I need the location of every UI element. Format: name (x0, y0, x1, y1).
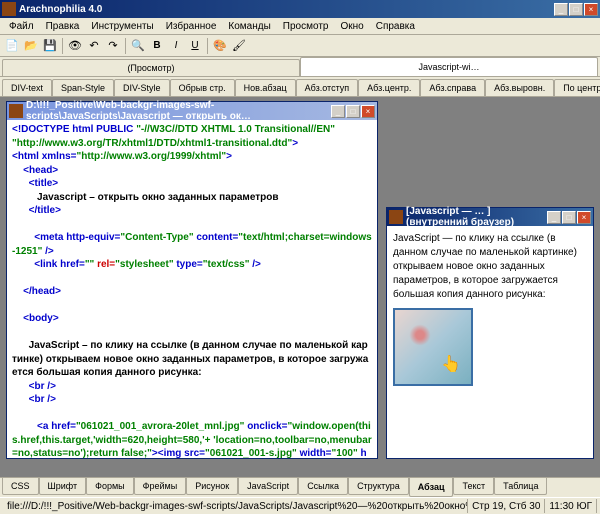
tab-centertext[interactable]: По центру (554, 79, 600, 96)
top-tab-row: (Просмотр) Javascript-wi… (0, 57, 600, 77)
color2-icon[interactable]: 🖌 (230, 37, 248, 55)
second-tab-row: DIV-text Span-Style DIV-Style Обрыв стр.… (0, 77, 600, 97)
browser-window: [Javascript — … ] (внутренний браузер) _… (386, 207, 594, 459)
new-icon[interactable]: 📄 (3, 37, 21, 55)
tab-divstyle[interactable]: DIV-Style (114, 79, 170, 96)
tab-newpara[interactable]: Нов.абзац (235, 79, 296, 96)
btab-structure[interactable]: Структура (348, 478, 409, 495)
tab-spanstyle[interactable]: Span-Style (52, 79, 114, 96)
status-path: file:///D:/!!!_Positive/Web-backgr-image… (3, 499, 468, 513)
browser-title: [Javascript — … ] (внутренний браузер) (406, 206, 547, 228)
workspace: D:\!!!_Positive\Web-backgr-images-swf-sc… (0, 97, 600, 477)
doc-icon (9, 104, 23, 118)
undo-icon[interactable]: ↶ (85, 37, 103, 55)
menu-tools[interactable]: Инструменты (85, 20, 159, 33)
tab-jswi[interactable]: Javascript-wi… (300, 57, 598, 76)
redo-icon[interactable]: ↷ (104, 37, 122, 55)
code-minimize-button[interactable]: _ (331, 105, 345, 118)
btab-text[interactable]: Текст (453, 478, 494, 495)
tab-preview[interactable]: (Просмотр) (2, 59, 300, 76)
open-icon[interactable]: 📂 (22, 37, 40, 55)
bottom-tab-row: CSS Шрифт Формы Фреймы Рисунок JavaScrip… (0, 477, 600, 497)
close-button[interactable]: × (584, 3, 598, 16)
browser-maximize-button[interactable]: □ (562, 211, 576, 224)
tab-justify[interactable]: Абз.выровн. (485, 79, 554, 96)
menu-view[interactable]: Просмотр (277, 20, 335, 33)
maximize-button[interactable]: □ (569, 3, 583, 16)
btab-image[interactable]: Рисунок (186, 478, 238, 495)
btab-link[interactable]: Ссылка (298, 478, 348, 495)
btab-table[interactable]: Таблица (494, 478, 547, 495)
browser-close-button[interactable]: × (577, 211, 591, 224)
underline-icon[interactable]: U (186, 37, 204, 55)
btab-font[interactable]: Шрифт (39, 478, 87, 495)
btab-css[interactable]: CSS (2, 478, 39, 495)
app-icon (2, 2, 16, 16)
browser-content: JavaScript — по клику на ссылке (в данно… (387, 226, 593, 458)
code-editor[interactable]: <!DOCTYPE html PUBLIC "-//W3C//DTD XHTML… (7, 120, 377, 458)
menu-favorites[interactable]: Избранное (160, 20, 223, 33)
menu-edit[interactable]: Правка (40, 20, 86, 33)
tab-divtext[interactable]: DIV-text (2, 79, 52, 96)
btab-forms[interactable]: Формы (86, 478, 134, 495)
code-editor-window: D:\!!!_Positive\Web-backgr-images-swf-sc… (6, 101, 378, 459)
btab-paragraph[interactable]: Абзац (409, 478, 454, 497)
italic-icon[interactable]: I (167, 37, 185, 55)
code-window-title: D:\!!!_Positive\Web-backgr-images-swf-sc… (26, 100, 331, 122)
main-title-bar: Arachnophilia 4.0 _ □ × (0, 0, 600, 18)
tab-indent[interactable]: Абз.отступ (296, 79, 359, 96)
browser-text: JavaScript — по клику на ссылке (в данно… (393, 232, 587, 302)
tab-right[interactable]: Абз.справа (420, 79, 485, 96)
thumbnail-image[interactable]: 👆 (393, 308, 473, 386)
toolbar: 📄 📂 💾 👁 ↶ ↷ 🔍 B I U 🎨 🖌 (0, 35, 600, 57)
menu-bar: Файл Правка Инструменты Избранное Команд… (0, 18, 600, 35)
tab-pagebreak[interactable]: Обрыв стр. (170, 79, 235, 96)
color1-icon[interactable]: 🎨 (211, 37, 229, 55)
app-title: Arachnophilia 4.0 (19, 4, 554, 15)
tab-center[interactable]: Абз.центр. (358, 79, 420, 96)
find-icon[interactable]: 🔍 (129, 37, 147, 55)
minimize-button[interactable]: _ (554, 3, 568, 16)
menu-file[interactable]: Файл (3, 20, 40, 33)
hand-cursor-icon: 👆 (441, 354, 461, 376)
bold-icon[interactable]: B (148, 37, 166, 55)
code-close-button[interactable]: × (361, 105, 375, 118)
menu-commands[interactable]: Команды (222, 20, 276, 33)
btab-js[interactable]: JavaScript (238, 478, 298, 495)
status-bar: file:///D:/!!!_Positive/Web-backgr-image… (0, 497, 600, 514)
preview-icon[interactable]: 👁 (66, 37, 84, 55)
status-time: 11:30 ЮГ (545, 499, 597, 513)
browser-icon (389, 210, 403, 224)
code-maximize-button[interactable]: □ (346, 105, 360, 118)
menu-help[interactable]: Справка (370, 20, 421, 33)
btab-frames[interactable]: Фреймы (134, 478, 187, 495)
status-line-col: Стр 19, Стб 30 (468, 499, 545, 513)
menu-window[interactable]: Окно (334, 20, 369, 33)
save-icon[interactable]: 💾 (41, 37, 59, 55)
browser-minimize-button[interactable]: _ (547, 211, 561, 224)
